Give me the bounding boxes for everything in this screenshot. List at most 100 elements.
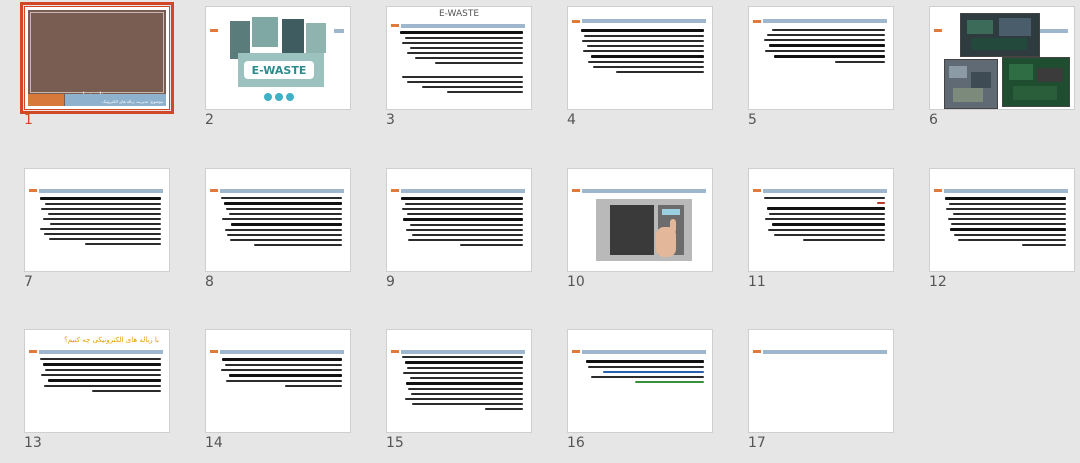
slide-thumbnail-17[interactable]: 17 — [748, 329, 896, 451]
e-waste-illustration: E-WASTE — [230, 17, 326, 101]
slide-number: 1 — [24, 112, 33, 128]
slide-thumbnail-14[interactable]: 14 — [205, 329, 353, 451]
slide-preview-16[interactable] — [567, 329, 713, 433]
slide-thumbnail-5[interactable]: 5 — [748, 6, 896, 128]
slide-thumbnail-11[interactable]: 11 — [748, 168, 896, 290]
header-blue-bar — [39, 350, 163, 354]
slide-thumbnail-10[interactable]: 10 — [567, 168, 715, 290]
slide-text-block — [397, 356, 523, 413]
slide-preview-11[interactable] — [748, 168, 894, 272]
slide-preview-7[interactable] — [24, 168, 170, 272]
header-blue-bar — [763, 350, 887, 354]
circuit-boards-photo — [960, 13, 1040, 57]
slide-preview-1[interactable]: به نام خدا موضوع: مدیریت زباله های الکتر… — [20, 2, 174, 114]
slide-thumbnail-3[interactable]: E-WASTE 3 — [386, 6, 534, 128]
slide-1-frame — [30, 12, 164, 93]
header-blue-bar — [763, 189, 887, 193]
header-orange-bar — [210, 350, 218, 353]
header-blue-bar — [220, 350, 344, 354]
slide-number: 6 — [929, 112, 938, 128]
header-blue-bar — [401, 350, 525, 354]
slide-number: 14 — [205, 435, 223, 451]
slide-thumbnail-12[interactable]: 12 — [929, 168, 1077, 290]
slide-text-block — [397, 31, 523, 96]
slide-number: 3 — [386, 112, 395, 128]
slide-thumbnail-7[interactable]: 7 — [24, 168, 172, 290]
header-orange-bar — [29, 189, 37, 192]
slide-preview-6[interactable] — [929, 6, 1075, 110]
slide-13-title: با زباله های الکترونیکی چه کنیم؟ — [64, 336, 159, 344]
slide-preview-13[interactable]: با زباله های الکترونیکی چه کنیم؟ — [24, 329, 170, 433]
header-orange-bar — [572, 189, 580, 192]
header-blue-bar — [39, 189, 163, 193]
slide-text-block — [578, 360, 704, 386]
slide-text-block — [940, 197, 1066, 249]
slide-thumbnail-2[interactable]: E-WASTE 2 — [205, 6, 353, 128]
slide-number: 16 — [567, 435, 585, 451]
slide-thumbnail-1[interactable]: به نام خدا موضوع: مدیریت زباله های الکتر… — [20, 2, 174, 128]
slide-number: 8 — [205, 274, 214, 290]
slide-text-block — [216, 358, 342, 390]
slide-number: 15 — [386, 435, 404, 451]
slide-text-block — [35, 358, 161, 395]
slide-preview-4[interactable] — [567, 6, 713, 110]
header-orange-bar — [391, 350, 399, 353]
header-blue-bar — [582, 189, 706, 193]
slide-number: 2 — [205, 112, 214, 128]
electronic-scrap-photo — [944, 59, 998, 109]
slide-number: 13 — [24, 435, 42, 451]
slide-thumbnail-13[interactable]: با زباله های الکترونیکی چه کنیم؟ 13 — [24, 329, 172, 451]
slide-text-block — [759, 197, 885, 244]
header-blue-bar — [944, 189, 1068, 193]
slide-preview-3[interactable]: E-WASTE — [386, 6, 532, 110]
green-pcb-photo — [1002, 57, 1070, 107]
slide-thumbnail-15[interactable]: 15 — [386, 329, 534, 451]
header-blue-bar — [582, 350, 706, 354]
header-orange-bar — [753, 20, 761, 23]
slide-preview-14[interactable] — [205, 329, 351, 433]
slide-3-title: E-WASTE — [438, 9, 480, 19]
header-orange-bar — [391, 24, 399, 27]
slide-preview-12[interactable] — [929, 168, 1075, 272]
slide-number: 5 — [748, 112, 757, 128]
e-waste-logo-text: E-WASTE — [252, 64, 307, 77]
header-blue-bar — [763, 19, 887, 23]
header-orange-bar — [934, 189, 942, 192]
slide-text-block — [759, 29, 885, 66]
header-blue-bar — [1040, 29, 1068, 33]
header-orange-bar — [572, 20, 580, 23]
header-orange-bar — [934, 29, 942, 32]
slide-number: 12 — [929, 274, 947, 290]
header-orange-bar — [753, 189, 761, 192]
slide-number: 7 — [24, 274, 33, 290]
microwave-photo — [596, 199, 692, 261]
header-orange-bar — [753, 350, 761, 353]
header-blue-bar — [401, 24, 525, 28]
slide-thumbnail-6[interactable]: 6 — [929, 6, 1077, 128]
slide-preview-8[interactable] — [205, 168, 351, 272]
slide-number: 10 — [567, 274, 585, 290]
slide-preview-5[interactable] — [748, 6, 894, 110]
header-orange-bar — [572, 350, 580, 353]
header-blue-bar — [220, 189, 344, 193]
slide-preview-10[interactable] — [567, 168, 713, 272]
slide-text-block — [578, 29, 704, 76]
header-orange-bar — [391, 189, 399, 192]
slide-preview-2[interactable]: E-WASTE — [205, 6, 351, 110]
slide-thumbnail-8[interactable]: 8 — [205, 168, 353, 290]
slide-thumbnail-9[interactable]: 9 — [386, 168, 534, 290]
slide-thumbnail-16[interactable]: 16 — [567, 329, 715, 451]
header-orange-bar — [210, 189, 218, 192]
slide-number: 9 — [386, 274, 395, 290]
slide-preview-17[interactable] — [748, 329, 894, 433]
slide-text-block — [216, 197, 342, 249]
slide-text-block — [35, 197, 161, 248]
header-blue-bar — [582, 19, 706, 23]
slide-sorter-grid: به نام خدا موضوع: مدیریت زباله های الکتر… — [0, 0, 1080, 463]
slide-text-block — [397, 197, 523, 249]
slide-preview-9[interactable] — [386, 168, 532, 272]
slide-preview-15[interactable] — [386, 329, 532, 433]
slide-number: 11 — [748, 274, 766, 290]
header-orange-bar — [29, 350, 37, 353]
slide-thumbnail-4[interactable]: 4 — [567, 6, 715, 128]
